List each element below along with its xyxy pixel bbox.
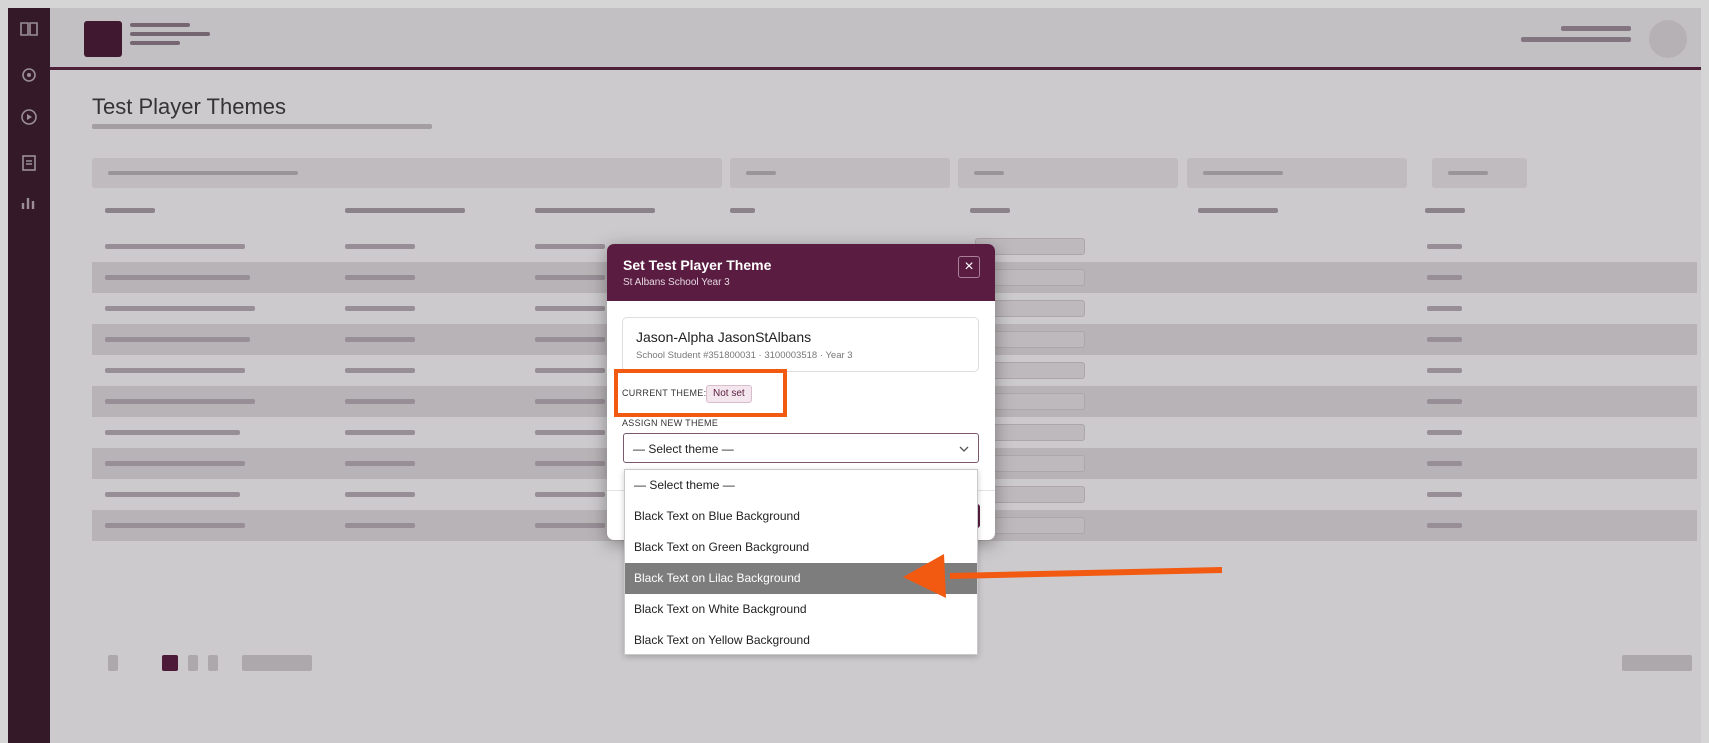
chevron-down-icon — [959, 446, 969, 452]
theme-select[interactable]: — Select theme — — [623, 433, 979, 463]
close-button[interactable]: × — [958, 256, 980, 278]
modal-header: Set Test Player Theme St Albans School Y… — [607, 244, 995, 301]
theme-option[interactable]: Black Text on Blue Background — [625, 501, 977, 532]
student-meta: School Student #351800031 · 3100003518 ·… — [636, 350, 853, 361]
theme-option-highlighted[interactable]: Black Text on Lilac Background — [625, 563, 977, 594]
assign-theme-label: ASSIGN NEW THEME — [622, 418, 719, 428]
theme-option[interactable]: Black Text on Yellow Background — [625, 625, 977, 656]
theme-options-list: — Select theme — Black Text on Blue Back… — [624, 469, 978, 655]
modal-title: Set Test Player Theme — [623, 257, 772, 273]
theme-option[interactable]: Black Text on Green Background — [625, 532, 977, 563]
annotation-highlight-box — [614, 369, 787, 417]
modal-subtitle: St Albans School Year 3 — [623, 277, 730, 288]
student-card: Jason-Alpha JasonStAlbans School Student… — [622, 317, 979, 372]
theme-option[interactable]: Black Text on White Background — [625, 594, 977, 625]
student-name: Jason-Alpha JasonStAlbans — [636, 329, 812, 345]
theme-option[interactable]: — Select theme — — [625, 470, 977, 501]
theme-select-value: — Select theme — — [633, 442, 734, 456]
